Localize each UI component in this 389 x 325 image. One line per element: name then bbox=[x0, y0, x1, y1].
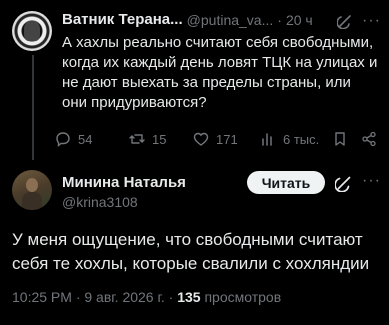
views-button[interactable]: 6 тыс. bbox=[259, 130, 319, 148]
avatar[interactable] bbox=[12, 170, 52, 210]
avatar[interactable] bbox=[12, 11, 52, 51]
author-handle[interactable]: @krina3108 bbox=[62, 194, 138, 210]
follow-button[interactable]: Читать bbox=[247, 171, 325, 194]
tweet-meta: 10:25 PM · 9 авг. 2026 г. · 135 просмотр… bbox=[12, 289, 281, 305]
grok-icon[interactable] bbox=[337, 13, 353, 29]
reply-count: 54 bbox=[78, 131, 93, 147]
repost-button[interactable]: 15 bbox=[128, 130, 166, 148]
separator: · bbox=[277, 11, 282, 28]
author-name[interactable]: Минина Наталья bbox=[62, 174, 186, 191]
reply-button[interactable]: 54 bbox=[54, 130, 92, 148]
share-icon bbox=[362, 131, 376, 147]
thread-line bbox=[32, 55, 34, 160]
bookmark-icon bbox=[335, 132, 345, 146]
views-icon bbox=[262, 133, 272, 146]
more-options-icon[interactable]: ··· bbox=[362, 172, 381, 190]
timestamp[interactable]: 10:25 PM · 9 авг. 2026 г. · bbox=[12, 289, 173, 305]
heart-icon bbox=[193, 132, 209, 146]
views-label: просмотров bbox=[204, 289, 282, 305]
tweet-time[interactable]: 20 ч bbox=[286, 12, 313, 28]
grok-icon[interactable] bbox=[335, 174, 353, 192]
reply-icon bbox=[56, 132, 70, 147]
tweet-text: У меня ощущение, что свободными считают … bbox=[12, 230, 370, 273]
parent-tweet-header: Ватник Терана... @putina_va... · 20 ч bbox=[62, 11, 313, 28]
parent-tweet[interactable]: Ватник Терана... @putina_va... · 20 ч ··… bbox=[0, 0, 389, 160]
tweet-actions: 54 15 171 6 тыс. bbox=[54, 130, 384, 148]
repost-count: 15 bbox=[152, 131, 167, 147]
tweet-text: А хахлы реально считают себя свободными,… bbox=[62, 34, 378, 111]
repost-icon bbox=[129, 134, 145, 144]
more-options-icon[interactable]: ··· bbox=[362, 12, 381, 30]
bookmark-button[interactable] bbox=[331, 130, 349, 148]
like-count: 171 bbox=[216, 131, 238, 147]
views-count: 6 тыс. bbox=[283, 131, 320, 147]
share-button[interactable] bbox=[360, 130, 378, 148]
author-name[interactable]: Ватник Терана... bbox=[62, 11, 183, 28]
like-button[interactable]: 171 bbox=[192, 130, 238, 148]
author-handle[interactable]: @putina_va... bbox=[187, 12, 274, 28]
views-count[interactable]: 135 bbox=[177, 289, 200, 305]
